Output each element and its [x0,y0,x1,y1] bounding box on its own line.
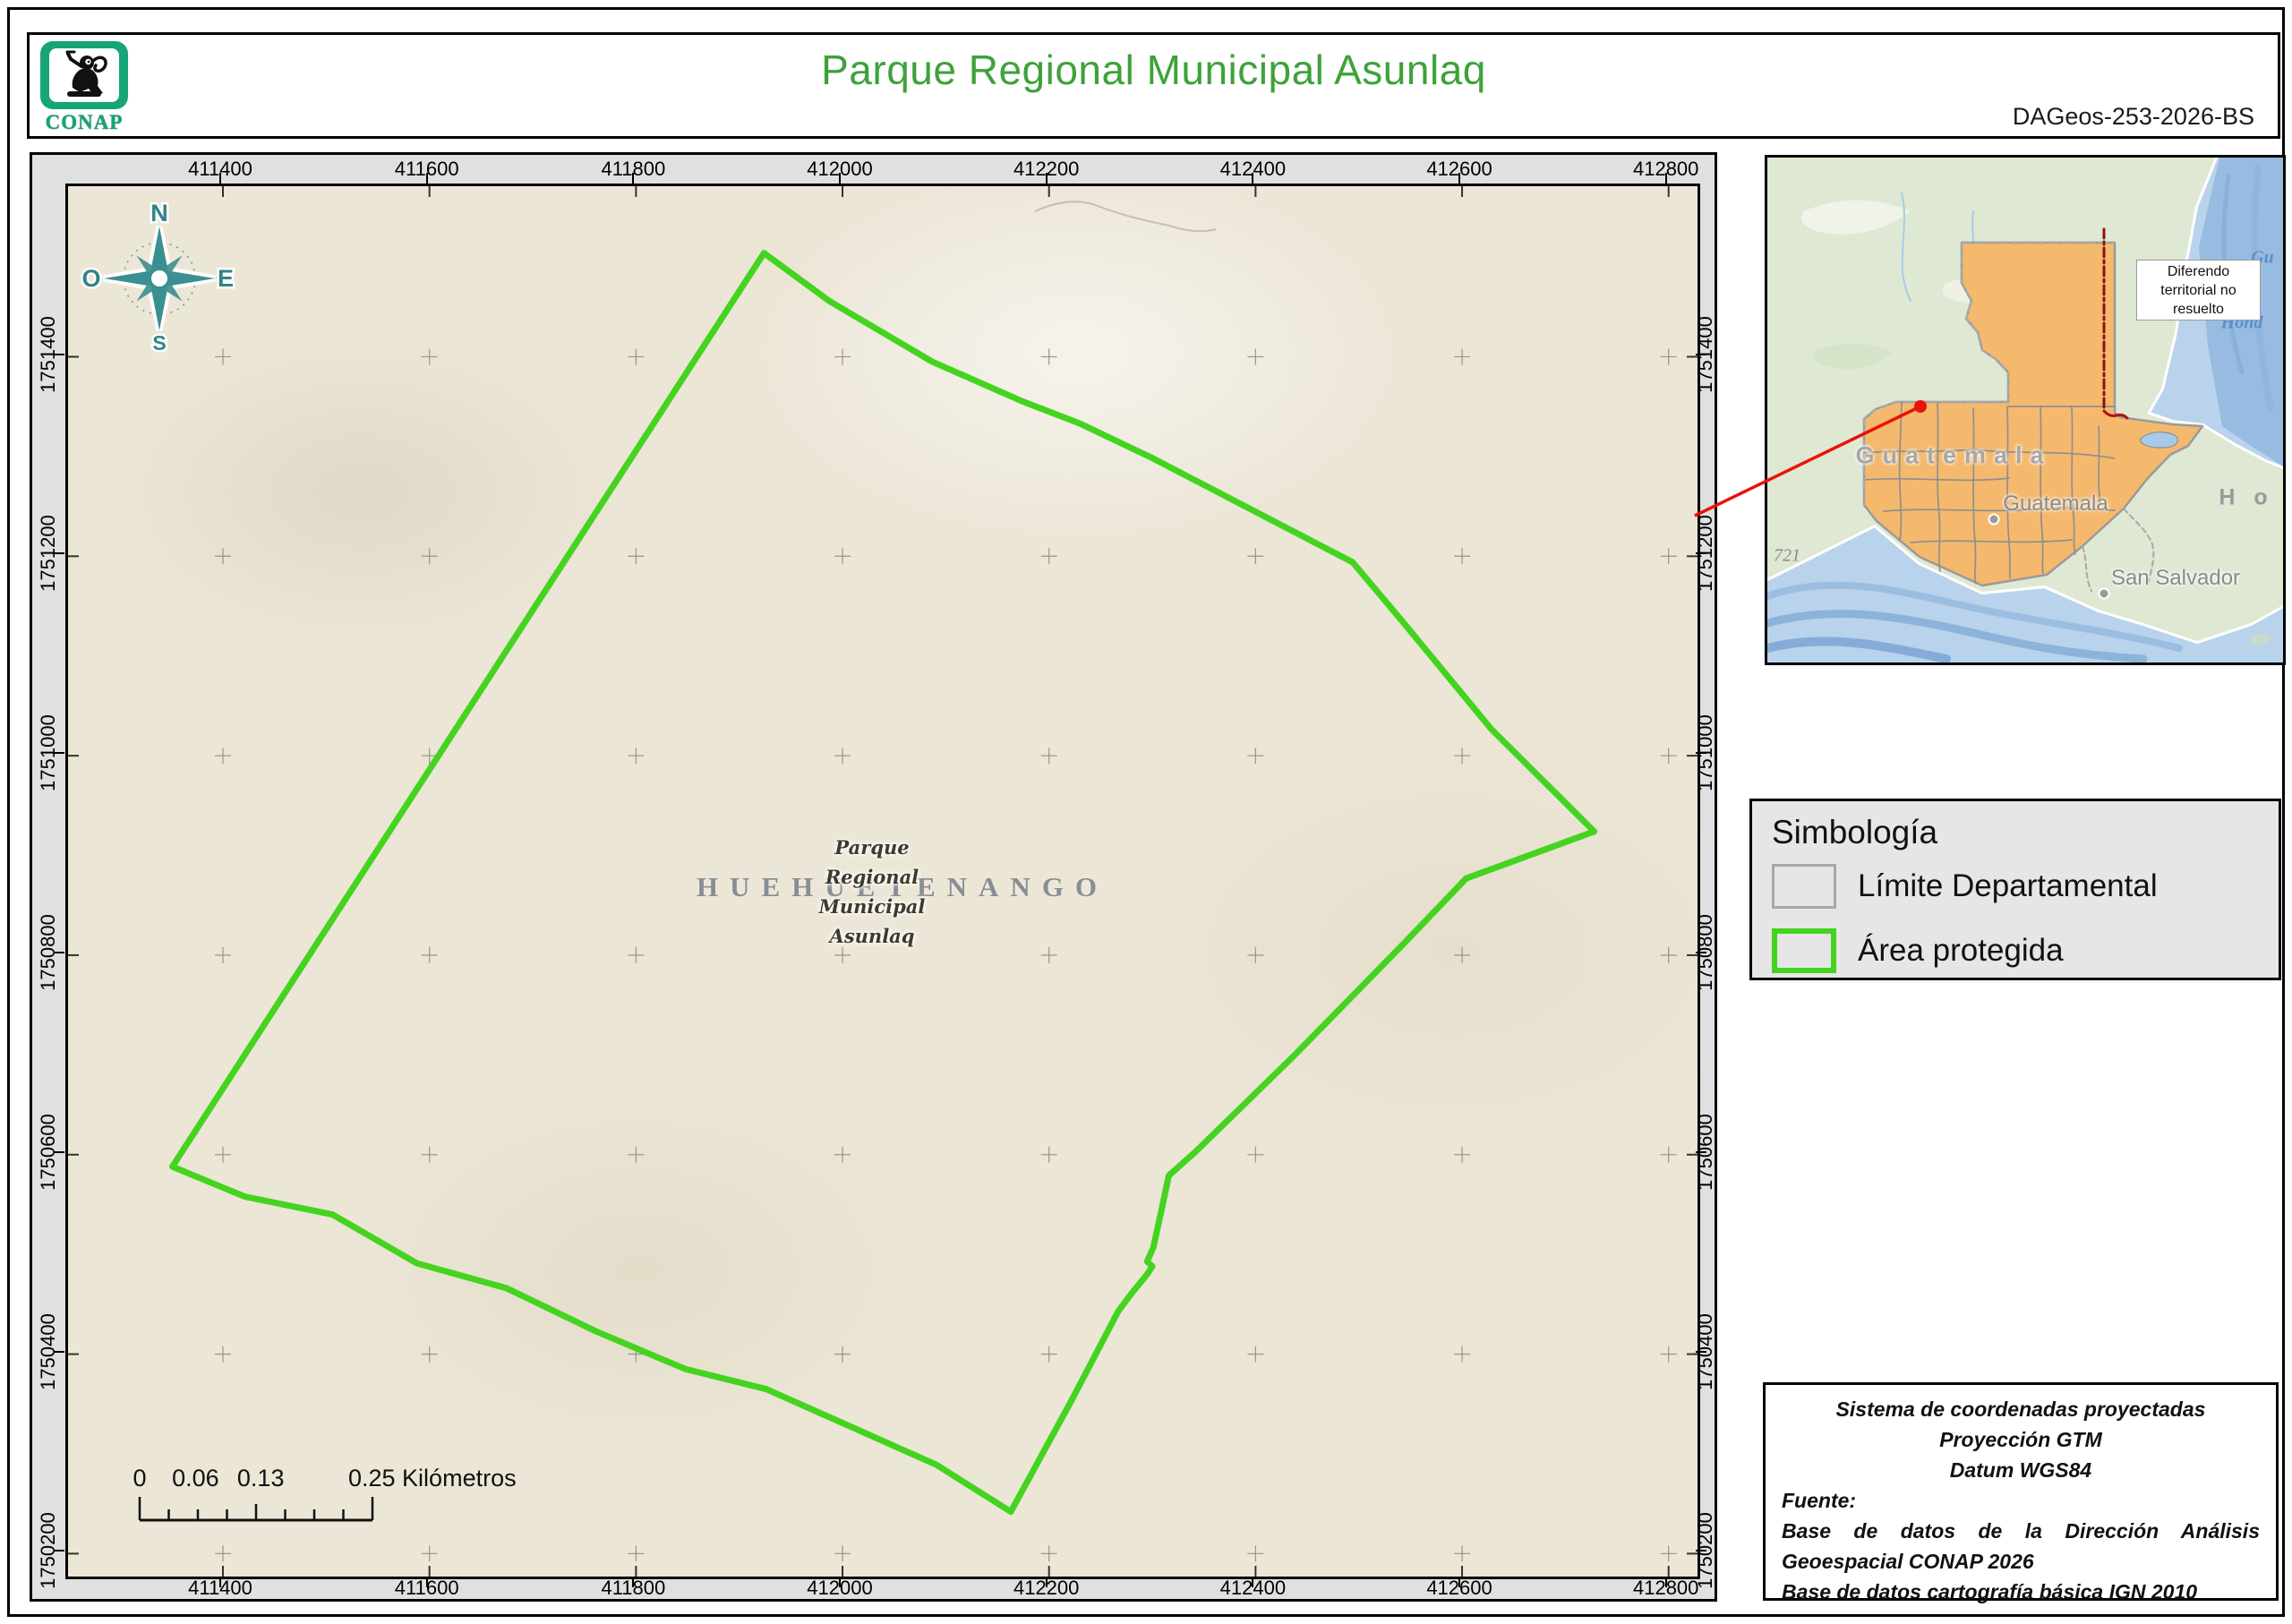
axis-tick [1696,353,1706,355]
legend-swatch [1772,864,1836,909]
axis-tick [632,1577,635,1587]
axis-tick [54,552,64,555]
axis-tick [54,353,64,355]
axis-tick [219,1577,221,1587]
park-name-line: Asunlaq [829,925,915,947]
axis-tick [54,1550,64,1552]
compass-east-label: E [218,265,234,292]
compass-rose: N S O E [80,202,236,357]
territorial-dispute-note: Diferendo territorial no resuelto [2136,260,2261,321]
legend-item: Límite Departamental [1772,864,2158,909]
axis-tick [1664,1577,1667,1587]
axis-tick [1696,752,1706,755]
projection-line: Datum WGS84 [1949,1458,2092,1482]
document-id: DAGeos-253-2026-BS [2012,103,2254,130]
legend-swatch [1772,928,1836,973]
compass-north-label: N [150,202,168,227]
scale-bar: 0 0.06 0.13 0.25 Kilómetros [133,1465,517,1522]
axis-tick [1458,173,1461,184]
axis-tick [425,1577,428,1587]
axis-tick [839,173,842,184]
axis-tick [425,173,428,184]
grid-crosses [215,348,1677,1562]
park-name-label: Parque Regional Municipal Asunlaq [819,833,926,951]
projection-line: Proyección GTM [1939,1428,2102,1451]
axis-tick [1664,173,1667,184]
map-canvas: 0 0.06 0.13 0.25 Kilómetros N S O E HUEH… [65,184,1700,1579]
axis-tick [1458,1577,1461,1587]
note-line: territorial no [2160,282,2236,298]
conap-logo-label: CONAP [45,111,124,133]
inset-city-dot [1988,513,2000,526]
inset-depth-label: 721 [1774,545,1800,566]
park-name-line: Municipal [818,895,926,918]
axis-tick [1696,951,1706,953]
inset-honduras-label: H o [2219,484,2274,510]
axis-tick [54,1150,64,1153]
legend-label: Límite Departamental [1858,868,2158,903]
note-line: resuelto [2173,301,2224,317]
axis-tick [1252,1577,1254,1587]
source-line: Base de datos de la Dirección Análisis G… [1782,1519,2260,1573]
page-title: Parque Regional Municipal Asunlaq [821,47,1486,93]
scale-end-label: 0.25 Kilómetros [348,1465,517,1492]
axis-tick [1696,1550,1706,1552]
scale-label: 0 [133,1465,146,1492]
scale-label: 0.06 [172,1465,219,1492]
inset-city-label: San Salvador [2110,566,2241,590]
contour-line [1034,201,1217,233]
axis-tick [1696,552,1706,555]
compass-west-label: O [81,265,100,292]
source-label: Fuente: [1782,1489,1857,1512]
info-box: Sistema de coordenadas proyectadas Proyec… [1763,1382,2279,1603]
inset-capital-label: Guatemala [2003,491,2108,516]
scale-label: 0.13 [237,1465,285,1492]
axis-tick [54,752,64,755]
park-name-line: Parque [834,836,910,859]
axis-tick [632,173,635,184]
map-sheet: CONAP Parque Regional Municipal Asunlaq … [0,0,2292,1624]
projection-info: Sistema de coordenadas proyectadas Proyec… [1782,1394,2260,1485]
source-line: Base de datos cartografía básica IGN 201… [1782,1580,2198,1603]
note-line: Diferendo [2167,263,2230,279]
inset-city-dot [2098,587,2110,600]
axis-tick [219,173,221,184]
legend-title: Simbología [1772,814,1938,850]
axis-tick [1045,173,1048,184]
legend-label: Área protegida [1858,933,2064,968]
header: CONAP Parque Regional Municipal Asunlaq … [27,32,2280,139]
compass-south-label: S [152,331,166,355]
axis-tick [54,951,64,953]
axis-tick [839,1577,842,1587]
projection-line: Sistema de coordenadas proyectadas [1835,1397,2206,1421]
legend: Simbología Límite Departamental Área prot… [1749,799,2281,980]
axis-tick [1045,1577,1048,1587]
inset-map: Guatemala Guatemala San Salvador Gu Hond… [1765,155,2286,665]
axis-tick [1252,173,1254,184]
park-name-line: Regional [825,866,919,888]
map-frame: 0 0.06 0.13 0.25 Kilómetros N S O E HUEH… [30,152,1717,1602]
legend-item: Área protegida [1772,928,2064,973]
source-lines: Base de datos de la Dirección Análisis G… [1782,1516,2260,1607]
axis-tick [1696,1350,1706,1353]
axis-tick [54,1350,64,1353]
inset-country-label: Guatemala [1855,441,2052,469]
axis-tick [1696,1150,1706,1153]
